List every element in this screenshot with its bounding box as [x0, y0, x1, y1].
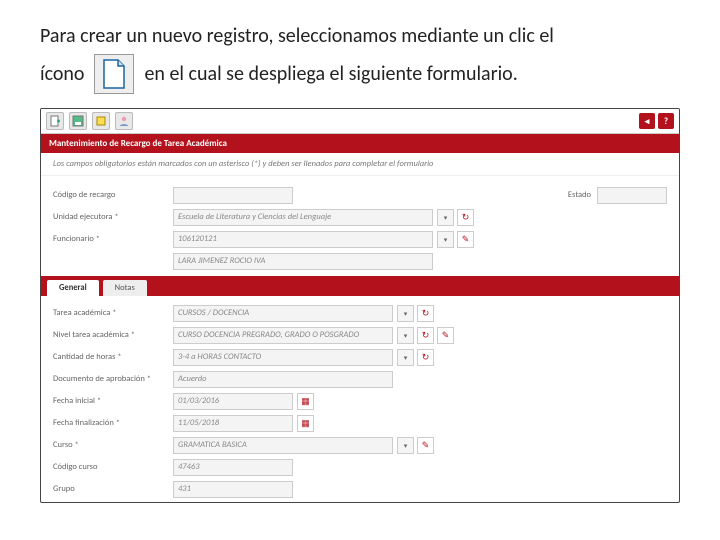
curso-edit-icon[interactable]: ✎ [417, 437, 434, 454]
app-window: ◂ ? Mantenimiento de Recargo de Tarea Ac… [40, 108, 680, 503]
codigo-recargo-label: Código de recargo [53, 190, 173, 200]
codigo-recargo-input[interactable] [173, 187, 293, 204]
funcionario-label: Funcionario * [53, 234, 173, 244]
curso-input[interactable] [173, 437, 393, 454]
unidad-dropdown-icon[interactable]: ▾ [437, 209, 454, 226]
fecha-fin-label: Fecha finalización * [53, 418, 173, 428]
app-title: Mantenimiento de Recargo de Tarea Académ… [41, 134, 679, 153]
tarea-refresh-icon[interactable]: ↻ [417, 305, 434, 322]
toolbar-user-icon[interactable] [115, 112, 133, 130]
fecha-ini-label: Fecha inicial * [53, 396, 173, 406]
tab-bar: General Notas [41, 276, 679, 296]
nivel-refresh-icon[interactable]: ↻ [417, 327, 434, 344]
horas-input[interactable] [173, 349, 393, 366]
unidad-input[interactable] [173, 209, 433, 226]
fecha-fin-calendar-icon[interactable]: ▦ [297, 415, 314, 432]
nivel-dropdown-icon[interactable]: ▾ [397, 327, 414, 344]
new-record-icon [94, 54, 134, 94]
app-toolbar: ◂ ? [41, 109, 679, 134]
horas-label: Cantidad de horas * [53, 352, 173, 362]
unidad-label: Unidad ejecutora * [53, 212, 173, 222]
fecha-ini-input[interactable] [173, 393, 293, 410]
horas-refresh-icon[interactable]: ↻ [417, 349, 434, 366]
tarea-input[interactable] [173, 305, 393, 322]
instruction-icon-word: ícono [40, 56, 84, 92]
nivel-edit-icon[interactable]: ✎ [437, 327, 454, 344]
curso-label: Curso * [53, 440, 173, 450]
toolbar-back-icon[interactable]: ◂ [639, 113, 655, 129]
tab-general[interactable]: General [47, 280, 99, 296]
doc-input[interactable] [173, 371, 393, 388]
codcurso-label: Código curso [53, 462, 173, 472]
nivel-input[interactable] [173, 327, 393, 344]
toolbar-save-icon[interactable] [69, 112, 87, 130]
tarea-label: Tarea académica * [53, 308, 173, 318]
tab-notas[interactable]: Notas [103, 280, 147, 296]
funcionario-id-input[interactable] [173, 231, 433, 248]
tarea-dropdown-icon[interactable]: ▾ [397, 305, 414, 322]
nivel-label: Nivel tarea académica * [53, 330, 173, 340]
estado-label: Estado [568, 190, 591, 200]
fecha-ini-calendar-icon[interactable]: ▦ [297, 393, 314, 410]
fecha-fin-input[interactable] [173, 415, 293, 432]
toolbar-new-icon[interactable] [46, 112, 64, 130]
grupo-label: Grupo [53, 484, 173, 494]
required-note: Los campos obligatorios están marcados c… [41, 153, 679, 176]
doc-label: Documento de aprobación * [53, 374, 173, 384]
instruction-line1: Para crear un nuevo registro, selecciona… [40, 18, 680, 54]
horas-dropdown-icon[interactable]: ▾ [397, 349, 414, 366]
grupo-input[interactable] [173, 481, 293, 498]
instruction-line2: en el cual se despliega el siguiente for… [144, 56, 517, 92]
toolbar-attach-icon[interactable] [92, 112, 110, 130]
instruction-text: Para crear un nuevo registro, selecciona… [40, 18, 680, 94]
unidad-refresh-icon[interactable]: ↻ [457, 209, 474, 226]
toolbar-help-icon[interactable]: ? [658, 113, 674, 129]
funcionario-name-input [173, 253, 433, 270]
estado-box [597, 187, 667, 204]
funcionario-dropdown-icon[interactable]: ▾ [437, 231, 454, 248]
curso-dropdown-icon[interactable]: ▾ [397, 437, 414, 454]
codcurso-input [173, 459, 293, 476]
funcionario-edit-icon[interactable]: ✎ [457, 231, 474, 248]
